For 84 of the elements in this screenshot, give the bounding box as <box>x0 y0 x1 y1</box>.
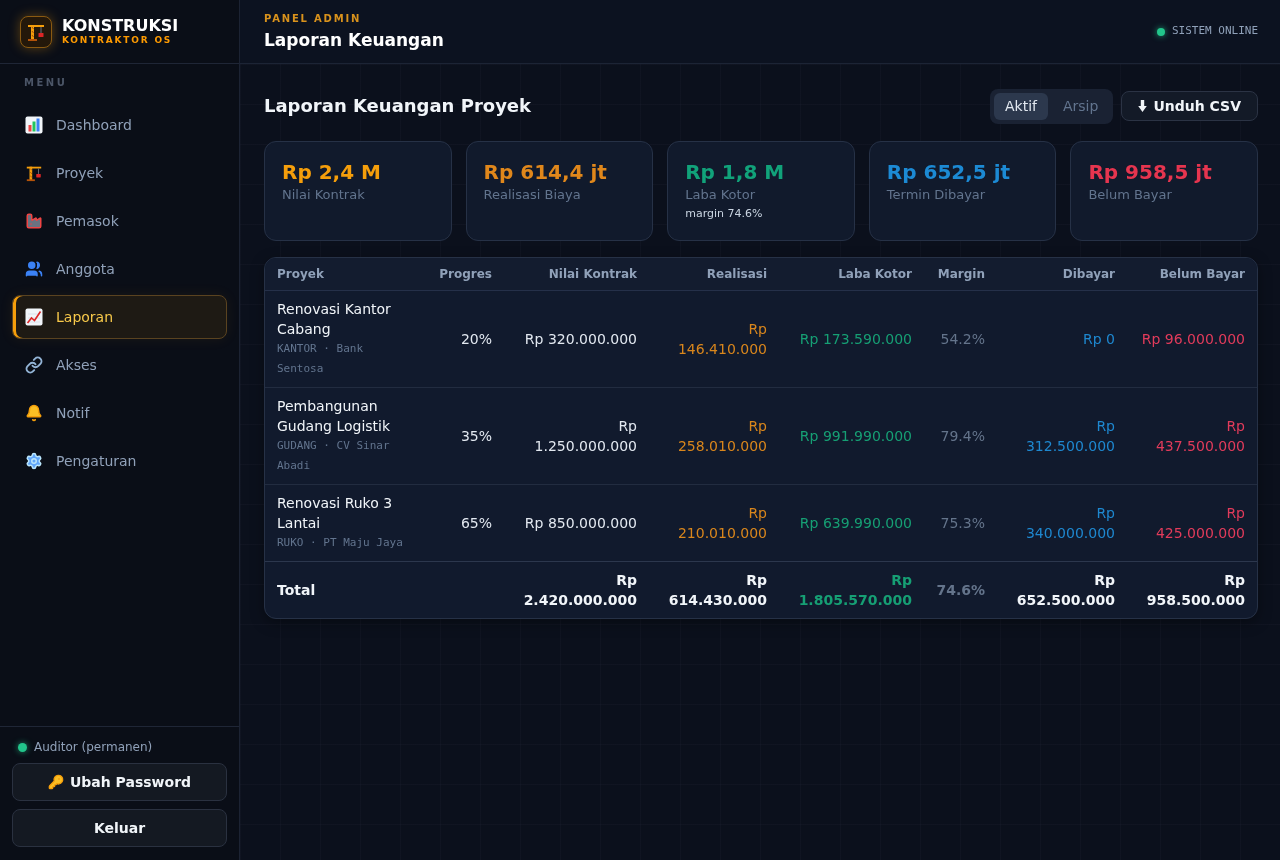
table-cell: Rp 850.000.000 <box>504 484 649 562</box>
filter-tab[interactable]: Aktif <box>993 92 1048 120</box>
table-cell: 75.3% <box>924 484 997 562</box>
key-icon <box>47 774 64 790</box>
sidebar-item[interactable]: Pemasok <box>12 199 227 243</box>
stat-label: Laba Kotor <box>685 186 756 204</box>
stat-value: Rp 2,4 M <box>282 159 382 186</box>
table-cell: Rp 437.500.000 <box>1127 387 1257 485</box>
project-meta: RUKO · PT Maju Jaya <box>277 535 404 551</box>
total-cell: Rp 2.420.000.000 <box>504 561 649 618</box>
change-password-button[interactable]: Ubah Password <box>12 763 227 801</box>
logo-icon <box>20 15 52 48</box>
stat-label: Nilai Kontrak <box>282 186 366 204</box>
table-cell: Rp 340.000.000 <box>997 484 1127 562</box>
table-cell: Rp 425.000.000 <box>1127 484 1257 562</box>
bar-chart-icon <box>25 116 43 134</box>
column-header: Progres <box>421 258 504 291</box>
sidebar-item[interactable]: Anggota <box>12 247 227 291</box>
table-cell: Rp 146.410.000 <box>649 290 779 388</box>
table-cell: 79.4% <box>924 387 997 485</box>
table-cell: 65% <box>421 484 504 562</box>
table-cell: 20% <box>421 290 504 388</box>
settings-icon <box>25 452 43 470</box>
stat-label: Belum Bayar <box>1088 186 1173 204</box>
table-cell: Rp 639.990.000 <box>779 484 924 562</box>
sidebar-item[interactable]: Proyek <box>12 151 227 195</box>
total-cell: Rp 958.500.000 <box>1127 561 1257 618</box>
page-eyebrow: PANEL ADMIN <box>264 13 363 25</box>
project-name: Renovasi Ruko 3 Lantai <box>277 494 394 533</box>
stat-value: Rp 958,5 jt <box>1088 159 1213 186</box>
column-header: Realisasi <box>649 258 779 291</box>
sidebar-item[interactable]: Laporan <box>12 295 227 339</box>
stat-value: Rp 652,5 jt <box>886 159 1012 186</box>
column-header: Margin <box>924 258 997 291</box>
sidebar-item[interactable]: Pengaturan <box>12 439 227 483</box>
column-header: Belum Bayar <box>1127 258 1257 291</box>
download-icon <box>1138 100 1148 112</box>
table-cell: Rp 0 <box>997 290 1127 388</box>
project-meta: KANTOR · Bank Sentosa <box>277 341 365 377</box>
system-status: SISTEM ONLINE <box>1171 23 1258 40</box>
sidebar-item[interactable]: Dashboard <box>12 103 227 147</box>
stat-label: Termin Dibayar <box>886 186 987 204</box>
total-label: Total <box>265 561 421 618</box>
table-cell: Rp 258.010.000 <box>649 387 779 485</box>
table-cell: Rp 210.010.000 <box>649 484 779 562</box>
table-cell: Rp 1.250.000.000 <box>504 387 649 485</box>
table-cell: Rp 173.590.000 <box>779 290 924 388</box>
total-cell: Rp 614.430.000 <box>649 561 779 618</box>
stat-value: Rp 614,4 jt <box>483 159 608 186</box>
table-cell: Rp 312.500.000 <box>997 387 1127 485</box>
sidebar-item[interactable]: Notif <box>12 391 227 435</box>
stat-value: Rp 1,8 M <box>685 159 786 186</box>
line-chart-icon <box>25 308 43 326</box>
stat-note: margin 74.6% <box>685 206 764 222</box>
crane-icon <box>25 164 43 182</box>
table-cell: 54.2% <box>924 290 997 388</box>
logout-button[interactable]: Keluar <box>12 809 227 847</box>
total-cell: Rp 1.805.570.000 <box>779 561 924 618</box>
project-name: Pembangunan Gudang Logistik <box>277 397 392 436</box>
users-icon <box>25 260 43 278</box>
project-meta: GUDANG · CV Sinar Abadi <box>277 438 391 474</box>
user-role: Auditor (permanen) <box>34 739 153 755</box>
sidebar-item[interactable]: Akses <box>12 343 227 387</box>
report-title: Laporan Keuangan Proyek <box>264 94 532 118</box>
menu-heading: MENU <box>24 77 68 89</box>
total-cell: 74.6% <box>924 561 997 618</box>
project-name: Renovasi Kantor Cabang <box>277 300 392 339</box>
column-header: Dibayar <box>997 258 1127 291</box>
link-icon <box>25 356 43 374</box>
stat-label: Realisasi Biaya <box>483 186 582 204</box>
total-cell: Rp 652.500.000 <box>997 561 1127 618</box>
download-csv-button[interactable]: Unduh CSV <box>1121 91 1258 121</box>
brand-name: KONSTRUKSI <box>62 17 179 35</box>
column-header: Proyek <box>265 258 421 291</box>
brand-tagline: KONTRAKTOR OS <box>62 35 174 46</box>
bell-icon <box>25 404 43 422</box>
page-title: Laporan Keuangan <box>264 30 444 50</box>
table-cell: Rp 991.990.000 <box>779 387 924 485</box>
factory-icon <box>25 212 43 230</box>
column-header: Laba Kotor <box>779 258 924 291</box>
table-cell: Rp 96.000.000 <box>1127 290 1257 388</box>
table-cell: Rp 320.000.000 <box>504 290 649 388</box>
table-cell: 35% <box>421 387 504 485</box>
column-header: Nilai Kontrak <box>504 258 649 291</box>
